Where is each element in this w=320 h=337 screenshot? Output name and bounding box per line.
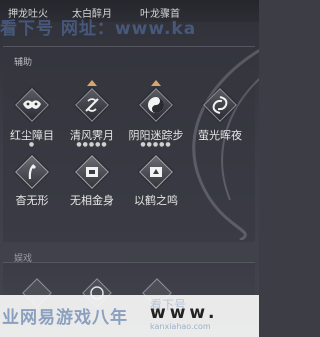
yin-yang-icon	[139, 88, 173, 122]
watermark-left-text: 业网易游戏八年	[2, 308, 128, 328]
skill-yingguang-huiye[interactable]: 萤光晖夜	[190, 80, 250, 158]
watermark-sub-text: kanxiahao.com	[150, 322, 211, 331]
skill-yi-he-zhi-ming[interactable]: 以鹤之鸣	[126, 145, 186, 223]
game-skill-panel: 押龙吐火 太白醉月 叶龙骤首 看下号 网址：www.ka 辅助 红尘障目 ● 清…	[0, 0, 259, 337]
top-skill-label-2[interactable]: 太白醉月	[72, 5, 112, 20]
skill-name: 以鹤之鸣	[134, 194, 178, 207]
top-skill-label-3[interactable]: 叶龙骤首	[140, 5, 180, 20]
upgrade-cap-icon	[87, 80, 97, 86]
skill-wuxiang-jinshen[interactable]: 无相金身	[62, 145, 122, 223]
crane-cry-icon	[139, 155, 173, 189]
skill-name: 无相金身	[70, 194, 114, 207]
firefly-swirl-icon	[203, 88, 237, 122]
skill-name: 萤光晖夜	[198, 129, 242, 142]
vanish-figure-icon	[15, 155, 49, 189]
golden-body-icon	[75, 155, 109, 189]
mask-icon	[15, 88, 49, 122]
wind-blade-icon	[75, 88, 109, 122]
skill-yao-wuxing[interactable]: 杳无形	[2, 145, 62, 223]
skill-name: 杳无形	[15, 194, 49, 207]
section-title-entertainment: 娱戏	[14, 254, 33, 264]
watermark-url-text: www.	[150, 303, 219, 323]
top-skill-label-1[interactable]: 押龙吐火	[8, 5, 48, 20]
top-skill-strip: 押龙吐火 太白醉月 叶龙骤首	[0, 0, 259, 22]
section-title-auxiliary: 辅助	[14, 58, 33, 68]
upgrade-cap-icon	[151, 80, 161, 86]
